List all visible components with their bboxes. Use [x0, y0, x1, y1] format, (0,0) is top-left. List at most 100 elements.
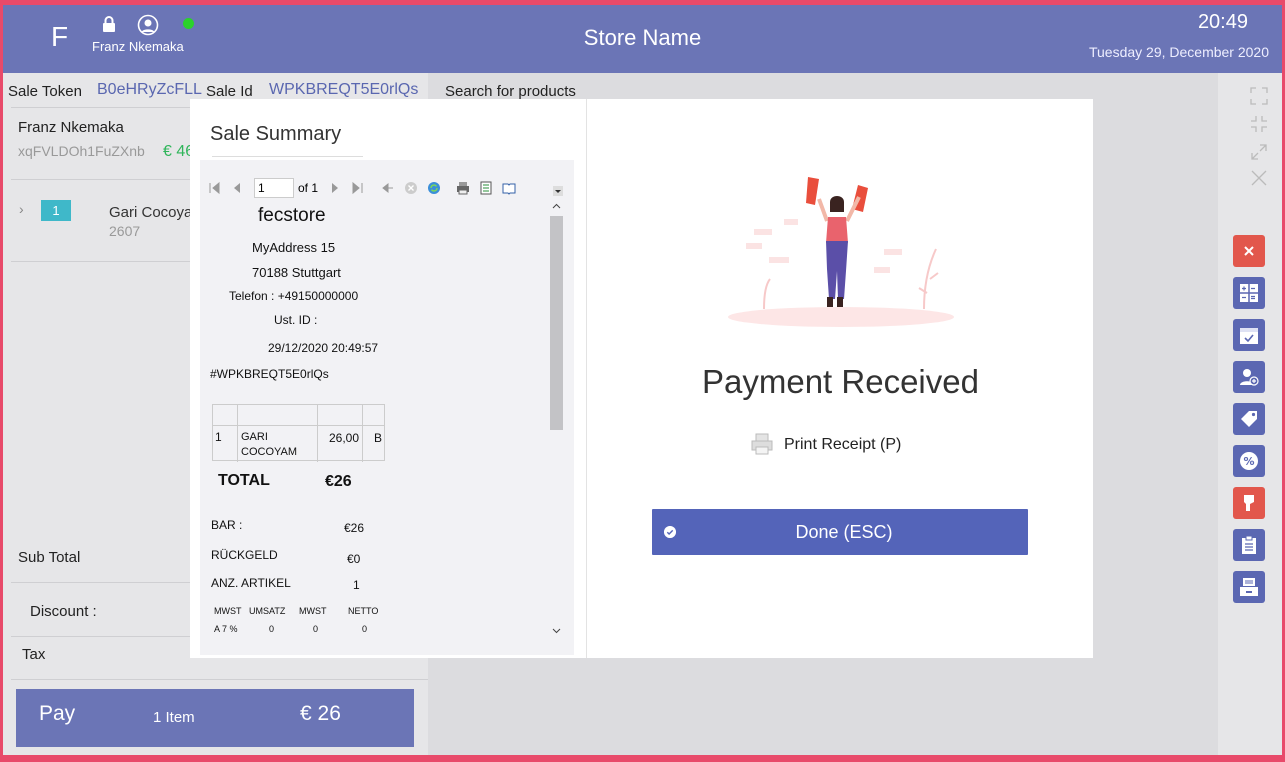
receipt-line-price: 26,00	[329, 431, 360, 445]
scrollbar-thumb[interactable]	[550, 216, 563, 430]
calendar-icon	[1240, 328, 1258, 344]
receipt-tax-net: 0	[362, 624, 368, 634]
calendar-button[interactable]	[1233, 319, 1265, 351]
receipt-tax-header-1: MWST	[214, 606, 242, 616]
export-icon[interactable]	[502, 181, 516, 195]
fullscreen-icon[interactable]	[1250, 87, 1268, 105]
add-user-icon	[1240, 369, 1259, 386]
viewer-scrollbar[interactable]	[549, 200, 564, 640]
cart-item-name[interactable]: Gari Cocoya	[109, 204, 192, 221]
receipt-tax-amount: 0	[313, 624, 319, 634]
clipboard-button[interactable]	[1233, 529, 1265, 561]
pay-label: Pay	[39, 702, 76, 725]
subtotal-label: Sub Total	[18, 549, 81, 566]
action-sidebar: %	[1218, 73, 1282, 755]
quantity-badge[interactable]: 1	[41, 200, 71, 221]
refresh-icon[interactable]	[427, 181, 441, 195]
receipt-vat-id: Ust. ID :	[274, 313, 318, 327]
receipt-tax-header-4: NETTO	[348, 606, 379, 616]
receipt-cash-value: €26	[344, 521, 365, 535]
receipt-store-name: fecstore	[258, 205, 326, 226]
scroll-up-icon[interactable]	[552, 202, 561, 211]
clipboard-icon	[1242, 535, 1256, 554]
resize-icon[interactable]	[1250, 143, 1268, 161]
payment-received-title: Payment Received	[702, 363, 979, 400]
receipt-phone: Telefon : +49150000000	[229, 289, 359, 303]
print-icon[interactable]	[456, 181, 470, 195]
scanner-icon	[1244, 495, 1254, 511]
receipt-total-value: €26	[325, 473, 352, 490]
receipt-line-name-1: GARI	[241, 431, 268, 443]
payment-result-pane: Payment Received Print Receipt (P) Done …	[588, 99, 1093, 658]
tag-icon	[1241, 411, 1257, 427]
print-receipt-button[interactable]: Print Receipt (P)	[750, 432, 901, 461]
sale-token-value: B0eHRyZcFLL	[97, 81, 202, 98]
receipt-change-label: RÜCKGELD	[211, 548, 278, 562]
sale-summary-pane: Sale Summary 1 of 1 fecstore MyAddress 1…	[190, 99, 587, 658]
first-page-icon[interactable]	[208, 181, 222, 195]
receipt-tax-header-3: MWST	[299, 606, 327, 616]
toolbar-dropdown-icon[interactable]	[553, 186, 563, 196]
sale-summary-title: Sale Summary	[210, 123, 342, 145]
discount-button[interactable]: %	[1233, 445, 1265, 477]
previous-page-icon[interactable]	[230, 181, 244, 195]
scroll-down-icon[interactable]	[552, 626, 561, 635]
sale-id-value: WPKBREQT5E0rlQs	[269, 81, 419, 98]
page-of-label: of 1	[298, 181, 319, 195]
cart-item-code: 2607	[109, 223, 141, 239]
clock-date: Tuesday 29, December 2020	[1088, 44, 1269, 60]
receipt-total-label: TOTAL	[218, 472, 270, 489]
clock-time: 20:49	[1197, 11, 1248, 33]
close-window-icon[interactable]	[1250, 169, 1268, 187]
calculator-icon	[1240, 284, 1258, 302]
last-page-icon[interactable]	[350, 181, 364, 195]
pay-item-count: 1 Item	[153, 709, 195, 726]
print-receipt-label: Print Receipt (P)	[784, 436, 902, 453]
done-button[interactable]: Done (ESC)	[652, 509, 1028, 555]
receipt-datetime: 29/12/2020 20:49:57	[268, 341, 379, 355]
printer-icon	[751, 433, 773, 455]
chevron-right-icon[interactable]: ›	[19, 201, 24, 217]
calculator-button[interactable]	[1233, 277, 1265, 309]
app-window: F Franz Nkemaka Store Name 20:49 Tuesday…	[3, 5, 1282, 755]
receipt-address-line-2: 70188 Stuttgart	[252, 265, 341, 280]
exit-fullscreen-icon[interactable]	[1250, 115, 1268, 133]
done-label: Done (ESC)	[795, 522, 893, 542]
receipt-line-qty: 1	[215, 430, 222, 444]
sale-token-label: Sale Token	[8, 83, 82, 100]
cash-register-button[interactable]	[1233, 571, 1265, 603]
customer-id: xqFVLDOh1FuZXnb	[18, 143, 145, 159]
receipt-items-table: 1 GARI COCOYAM 26,00 B	[212, 404, 385, 462]
customer-name[interactable]: Franz Nkemaka	[18, 119, 124, 136]
product-search-input[interactable]: Search for products	[445, 83, 576, 100]
percent-badge-icon: %	[1240, 452, 1258, 470]
add-customer-button[interactable]	[1233, 361, 1265, 393]
barcode-scanner-button[interactable]	[1233, 487, 1265, 519]
page-setup-icon[interactable]	[479, 181, 493, 195]
receipt-change-value: €0	[347, 552, 361, 566]
payment-modal: Sale Summary 1 of 1 fecstore MyAddress 1…	[190, 99, 1093, 658]
receipt-number: #WPKBREQT5E0rlQs	[210, 367, 329, 381]
page-number-input[interactable]: 1	[254, 178, 294, 198]
next-page-icon[interactable]	[328, 181, 342, 195]
pay-button[interactable]: Pay 1 Item € 26	[16, 689, 414, 747]
cash-register-icon	[1240, 578, 1258, 596]
close-icon	[1244, 246, 1254, 256]
receipt-cash-label: BAR :	[211, 518, 243, 532]
tax-label: Tax	[22, 646, 46, 663]
viewer-toolbar: 1 of 1	[200, 176, 563, 200]
sale-id-label: Sale Id	[206, 83, 253, 100]
top-bar: F Franz Nkemaka Store Name 20:49 Tuesday…	[3, 5, 1282, 73]
receipt-tax-rate: A 7 %	[214, 624, 238, 634]
cancel-sale-button[interactable]	[1233, 235, 1265, 267]
tag-button[interactable]	[1233, 403, 1265, 435]
receipt-address-line-1: MyAddress 15	[252, 240, 336, 255]
receipt-line-tax-class: B	[374, 431, 383, 445]
back-icon[interactable]	[381, 181, 395, 195]
stop-icon[interactable]	[404, 181, 418, 195]
receipt-count-label: ANZ. ARTIKEL	[211, 576, 291, 590]
receipt-tax-turnover: 0	[269, 624, 275, 634]
svg-text:%: %	[1243, 455, 1254, 468]
shopping-woman-illustration	[728, 177, 954, 327]
discount-label[interactable]: Discount :	[30, 603, 97, 620]
